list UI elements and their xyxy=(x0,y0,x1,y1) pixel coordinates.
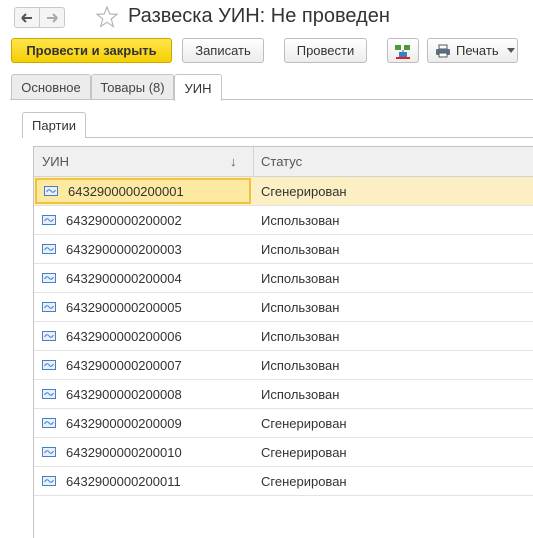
back-button[interactable] xyxy=(14,7,40,28)
table-row[interactable]: 6432900000200003 Использован xyxy=(34,235,533,264)
print-button[interactable]: Печать xyxy=(427,38,518,63)
uin-cell[interactable]: 6432900000200005 xyxy=(35,294,251,320)
column-header-status[interactable]: Статус xyxy=(261,154,302,169)
uin-record-icon xyxy=(42,244,56,254)
uin-value: 6432900000200009 xyxy=(66,415,182,431)
uin-record-icon xyxy=(42,418,56,428)
uin-record-icon xyxy=(42,360,56,370)
uin-value: 6432900000200007 xyxy=(66,357,182,373)
structure-icon xyxy=(395,44,410,59)
uin-table: УИН ↓ Статус 6432900000200001 Сгенерирова… xyxy=(33,146,533,538)
uin-value: 6432900000200011 xyxy=(66,473,181,489)
uin-cell[interactable]: 6432900000200009 xyxy=(35,410,251,436)
print-label: Печать xyxy=(456,43,499,58)
status-value: Сгенерирован xyxy=(261,474,347,489)
uin-cell[interactable]: 6432900000200004 xyxy=(35,265,251,291)
table-body: 6432900000200001 Сгенерирован 643290000020… xyxy=(34,177,533,496)
status-value: Использован xyxy=(261,358,340,373)
dropdown-arrow-icon xyxy=(506,48,515,53)
table-row[interactable]: 6432900000200001 Сгенерирован xyxy=(34,177,533,206)
status-value: Использован xyxy=(261,242,340,257)
uin-record-icon xyxy=(42,447,56,457)
tab-batches[interactable]: Партии xyxy=(22,112,86,138)
title-bar: Развеска УИН: Не проведен xyxy=(0,0,533,36)
printer-icon xyxy=(436,44,450,57)
uin-value: 6432900000200002 xyxy=(66,212,182,228)
table-row[interactable]: 6432900000200011 Сгенерирован xyxy=(34,467,533,496)
tab-uin[interactable]: УИН xyxy=(174,74,222,101)
table-row[interactable]: 6432900000200008 Использован xyxy=(34,380,533,409)
uin-value: 6432900000200010 xyxy=(66,444,182,460)
table-row[interactable]: 6432900000200004 Использован xyxy=(34,264,533,293)
uin-record-icon xyxy=(42,389,56,399)
uin-record-icon xyxy=(42,302,56,312)
uin-value: 6432900000200006 xyxy=(66,328,182,344)
tab-goods[interactable]: Товары (8) xyxy=(91,74,174,100)
back-arrow-icon xyxy=(21,12,32,23)
uin-value: 6432900000200001 xyxy=(68,183,184,199)
uin-value: 6432900000200003 xyxy=(66,241,182,257)
uin-record-icon xyxy=(42,331,56,341)
forward-button[interactable] xyxy=(39,7,65,28)
uin-record-icon xyxy=(44,186,58,196)
post-button[interactable]: Провести xyxy=(284,38,367,63)
uin-cell[interactable]: 6432900000200008 xyxy=(35,381,251,407)
uin-value: 6432900000200008 xyxy=(66,386,182,402)
table-row[interactable]: 6432900000200010 Сгенерирован xyxy=(34,438,533,467)
tab-main[interactable]: Основное xyxy=(11,74,91,100)
table-row[interactable]: 6432900000200009 Сгенерирован xyxy=(34,409,533,438)
uin-cell[interactable]: 6432900000200002 xyxy=(35,207,251,233)
table-row[interactable]: 6432900000200005 Использован xyxy=(34,293,533,322)
table-row[interactable]: 6432900000200002 Использован xyxy=(34,206,533,235)
uin-value: 6432900000200004 xyxy=(66,270,182,286)
sort-descending-icon[interactable]: ↓ xyxy=(230,154,237,169)
uin-record-icon xyxy=(42,215,56,225)
status-value: Использован xyxy=(261,271,340,286)
subtab-divider xyxy=(22,137,533,138)
save-button[interactable]: Записать xyxy=(182,38,264,63)
uin-cell[interactable]: 6432900000200001 xyxy=(35,178,251,204)
post-and-close-button[interactable]: Провести и закрыть xyxy=(11,38,172,63)
status-value: Использован xyxy=(261,329,340,344)
status-value: Сгенерирован xyxy=(261,184,347,199)
uin-cell[interactable]: 6432900000200006 xyxy=(35,323,251,349)
column-separator[interactable] xyxy=(253,147,254,176)
uin-cell[interactable]: 6432900000200003 xyxy=(35,236,251,262)
status-value: Использован xyxy=(261,213,340,228)
page-title: Развеска УИН: Не проведен xyxy=(128,5,390,27)
table-row[interactable]: 6432900000200006 Использован xyxy=(34,322,533,351)
tab-divider xyxy=(10,99,533,100)
status-value: Сгенерирован xyxy=(261,416,347,431)
favorite-star-icon[interactable] xyxy=(95,5,119,29)
status-value: Использован xyxy=(261,387,340,402)
uin-record-icon xyxy=(42,273,56,283)
column-header-uin[interactable]: УИН xyxy=(42,154,69,169)
table-row[interactable]: 6432900000200007 Использован xyxy=(34,351,533,380)
uin-record-icon xyxy=(42,476,56,486)
uin-cell[interactable]: 6432900000200007 xyxy=(35,352,251,378)
status-value: Использован xyxy=(261,300,340,315)
table-header: УИН ↓ Статус xyxy=(34,147,533,177)
uin-cell[interactable]: 6432900000200011 xyxy=(35,468,251,494)
status-value: Сгенерирован xyxy=(261,445,347,460)
uin-value: 6432900000200005 xyxy=(66,299,182,315)
forward-arrow-icon xyxy=(47,12,58,23)
uin-cell[interactable]: 6432900000200010 xyxy=(35,439,251,465)
structure-button[interactable] xyxy=(387,38,419,63)
